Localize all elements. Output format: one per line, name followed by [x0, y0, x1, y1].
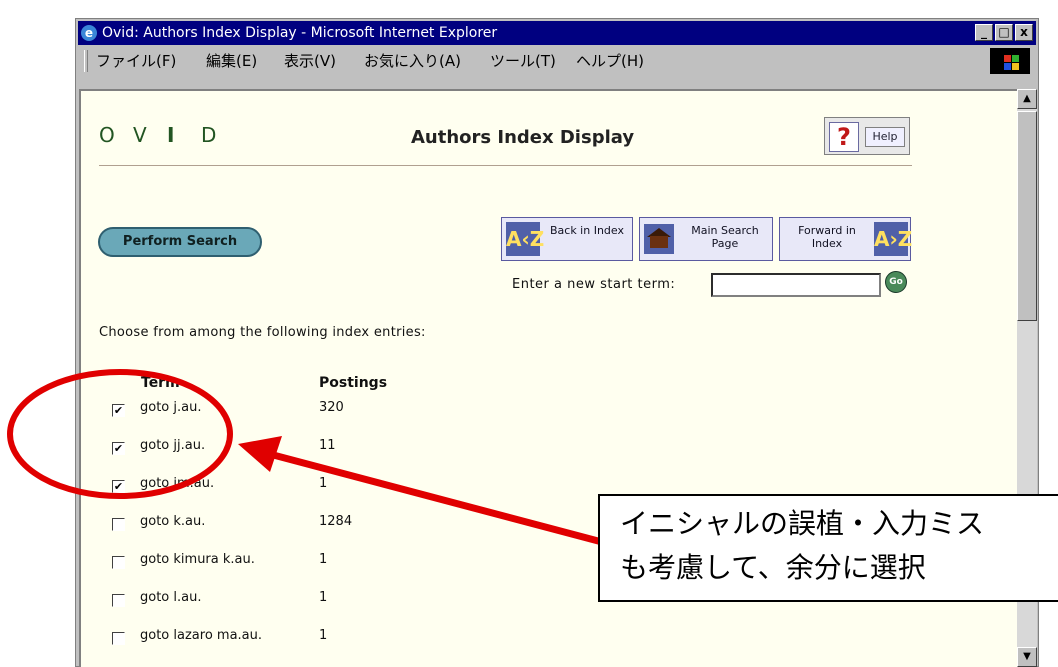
annotation-line-2: も考慮して、余分に選択	[620, 551, 926, 584]
annotation-callout: イニシャルの誤植・入力ミス も考慮して、余分に選択	[598, 494, 1058, 602]
annotation-line-1: イニシャルの誤植・入力ミス	[620, 507, 985, 540]
annotation-arrowhead	[238, 436, 282, 472]
annotation-arrow-line	[261, 448, 603, 546]
highlight-ellipse	[7, 369, 233, 499]
